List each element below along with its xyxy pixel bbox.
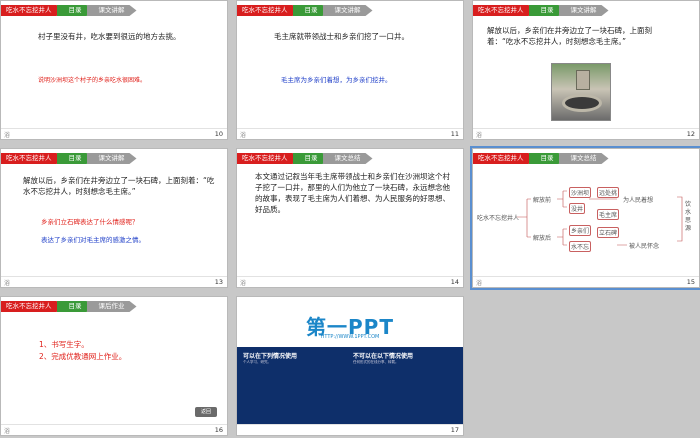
slide-number: 16 bbox=[214, 426, 223, 434]
slide-number: 15 bbox=[686, 278, 695, 286]
diagram-think: 被人民怀念 bbox=[629, 243, 660, 250]
diagram-care: 为人民着想 bbox=[623, 197, 654, 204]
diagram-people: 乡亲们 bbox=[569, 225, 592, 236]
ppt-url: HTTP://WWW.1PPT.COM bbox=[320, 334, 380, 340]
homework-item-1: 1、书写生字。 bbox=[39, 340, 89, 349]
slide-nav-tabs: 吃水不忘挖井人 目录 课文讲解 bbox=[473, 5, 602, 16]
ppt-logo-area: 第一PPT HTTP://WWW.1PPT.COM bbox=[237, 297, 463, 347]
slide-thumbnail-17[interactable]: 第一PPT HTTP://WWW.1PPT.COM 可以在下列情况使用 个人学习… bbox=[236, 296, 464, 436]
slide-thumbnail-14[interactable]: 吃水不忘挖井人 目录 课文总结 本文通过记叙当年毛主席带领战士和乡亲们在沙洲坝这… bbox=[236, 148, 464, 288]
slide-thumbnail-13[interactable]: 吃水不忘挖井人 目录 课文讲解 解放以后，乡亲们在井旁边立了一块石碑，上面刻着：… bbox=[0, 148, 228, 288]
slide-number: 17 bbox=[450, 426, 459, 434]
homework-item-2: 2、完成优教通网上作业。 bbox=[39, 352, 127, 361]
diagram-no-well: 没井 bbox=[569, 203, 586, 214]
slide-footer: 浴 bbox=[1, 128, 227, 139]
slide-thumbnail-16[interactable]: 吃水不忘挖井人 目录 课后作业 1、书写生字。 2、完成优教通网上作业。 返回 … bbox=[0, 296, 228, 436]
diagram-after: 解放后 bbox=[533, 235, 552, 242]
slide-number: 12 bbox=[686, 130, 695, 138]
diagram-root: 吃水不忘挖井人 bbox=[477, 215, 520, 222]
slide-number: 13 bbox=[214, 278, 223, 286]
slide-number: 14 bbox=[450, 278, 459, 286]
slide-answer: 表达了乡亲们对毛主席的感激之情。 bbox=[41, 236, 145, 244]
slide-footer: 浴 bbox=[473, 128, 699, 139]
well-photo bbox=[551, 63, 611, 121]
tab-lesson: 吃水不忘挖井人 bbox=[237, 153, 300, 164]
slide-number: 11 bbox=[450, 130, 459, 138]
diagram-chairman: 毛主席 bbox=[597, 209, 620, 220]
tab-lesson: 吃水不忘挖井人 bbox=[473, 153, 536, 164]
slide-thumbnail-15[interactable]: 吃水不忘挖井人 目录 课文总结 吃水不忘挖井人 解放前 解放后 沙洲坝 远处挑 … bbox=[470, 146, 700, 290]
slide-thumbnail-11[interactable]: 吃水不忘挖井人 目录 课文讲解 毛主席就带领战士和乡亲们挖了一口井。 毛主席为乡… bbox=[236, 0, 464, 140]
slide-thumbnail-12[interactable]: 吃水不忘挖井人 目录 课文讲解 解放以后，乡亲们在井旁边立了一块石碑，上面刻着：… bbox=[472, 0, 700, 140]
tab-lesson: 吃水不忘挖井人 bbox=[1, 5, 64, 16]
diagram-village: 沙洲坝 bbox=[569, 187, 592, 198]
slide-nav-tabs: 吃水不忘挖井人 目录 课后作业 bbox=[1, 301, 130, 312]
diagram-moral: 饮水思源 bbox=[685, 201, 692, 232]
tab-lesson: 吃水不忘挖井人 bbox=[237, 5, 300, 16]
tab-summary: 课文总结 bbox=[323, 153, 373, 164]
slide-footer: 浴 bbox=[237, 276, 463, 287]
slide-note: 毛主席为乡亲们着想，为乡亲们挖井。 bbox=[281, 76, 392, 84]
tab-explain: 课文讲解 bbox=[87, 153, 137, 164]
tab-explain: 课文讲解 bbox=[559, 5, 609, 16]
can-use-sub: 个人学习、研究。 bbox=[243, 360, 271, 364]
slide-footer: 浴 bbox=[1, 276, 227, 287]
back-button[interactable]: 返回 bbox=[195, 407, 217, 417]
slide-nav-tabs: 吃水不忘挖井人 目录 课文讲解 bbox=[1, 5, 130, 16]
tab-lesson: 吃水不忘挖井人 bbox=[1, 153, 64, 164]
slide-text: 村子里没有井，吃水要到很远的地方去挑。 bbox=[38, 32, 181, 41]
diagram-before: 解放前 bbox=[533, 197, 552, 204]
slide-text: 毛主席就带领战士和乡亲们挖了一口井。 bbox=[274, 32, 409, 41]
diagram-far: 远处挑 bbox=[597, 187, 620, 198]
slide-nav-tabs: 吃水不忘挖井人 目录 课文讲解 bbox=[1, 153, 130, 164]
tab-explain: 课文讲解 bbox=[87, 5, 137, 16]
tab-lesson: 吃水不忘挖井人 bbox=[1, 301, 64, 312]
slide-nav-tabs: 吃水不忘挖井人 目录 课文讲解 bbox=[237, 5, 366, 16]
slide-nav-tabs: 吃水不忘挖井人 目录 课文总结 bbox=[473, 153, 602, 164]
slide-nav-tabs: 吃水不忘挖井人 目录 课文总结 bbox=[237, 153, 366, 164]
tab-summary: 课文总结 bbox=[559, 153, 609, 164]
ppt-usage-panel: 可以在下列情况使用 个人学习、研究。 不可以在以下情况使用 任何形式的在线分享、… bbox=[237, 347, 463, 425]
slide-text: 本文通过记叙当年毛主席带领战士和乡亲们在沙洲坝这个村子挖了一口井，那里的人们为他… bbox=[255, 172, 450, 214]
slide-number: 10 bbox=[214, 130, 223, 138]
slide-text: 解放以后，乡亲们在井旁边立了一块石碑，上面刻着：“吃水不忘挖井人，时刻想念毛主席… bbox=[487, 26, 652, 46]
slide-footer bbox=[237, 424, 463, 435]
tab-lesson: 吃水不忘挖井人 bbox=[473, 5, 536, 16]
slide-note: 说明沙洲坝这个村子的乡亲吃水很困难。 bbox=[38, 77, 147, 84]
diagram-water: 水不忘 bbox=[569, 241, 592, 252]
slide-footer: 浴 bbox=[237, 128, 463, 139]
diagram-stone: 立石碑 bbox=[597, 227, 620, 238]
summary-diagram: 吃水不忘挖井人 解放前 解放后 沙洲坝 远处挑 没井 毛主席 为人民着想 乡亲们… bbox=[477, 169, 697, 274]
slide-footer: 浴 bbox=[1, 424, 227, 435]
can-use-heading: 可以在下列情况使用 bbox=[243, 353, 298, 360]
slide-question: 乡亲们立石碑表达了什么情感呢？ bbox=[41, 218, 139, 226]
cannot-use-heading: 不可以在以下情况使用 bbox=[353, 353, 414, 360]
slide-thumbnail-10[interactable]: 吃水不忘挖井人 目录 课文讲解 村子里没有井，吃水要到很远的地方去挑。 说明沙洲… bbox=[0, 0, 228, 140]
slide-footer: 浴 bbox=[473, 276, 699, 287]
tab-explain: 课文讲解 bbox=[323, 5, 373, 16]
cannot-use-sub: 任何形式的在线分享、转载。 bbox=[353, 360, 399, 364]
tab-homework: 课后作业 bbox=[87, 301, 137, 312]
slide-text: 解放以后，乡亲们在井旁边立了一块石碑，上面刻着：“吃水不忘挖井人，时刻想念毛主席… bbox=[23, 176, 215, 196]
